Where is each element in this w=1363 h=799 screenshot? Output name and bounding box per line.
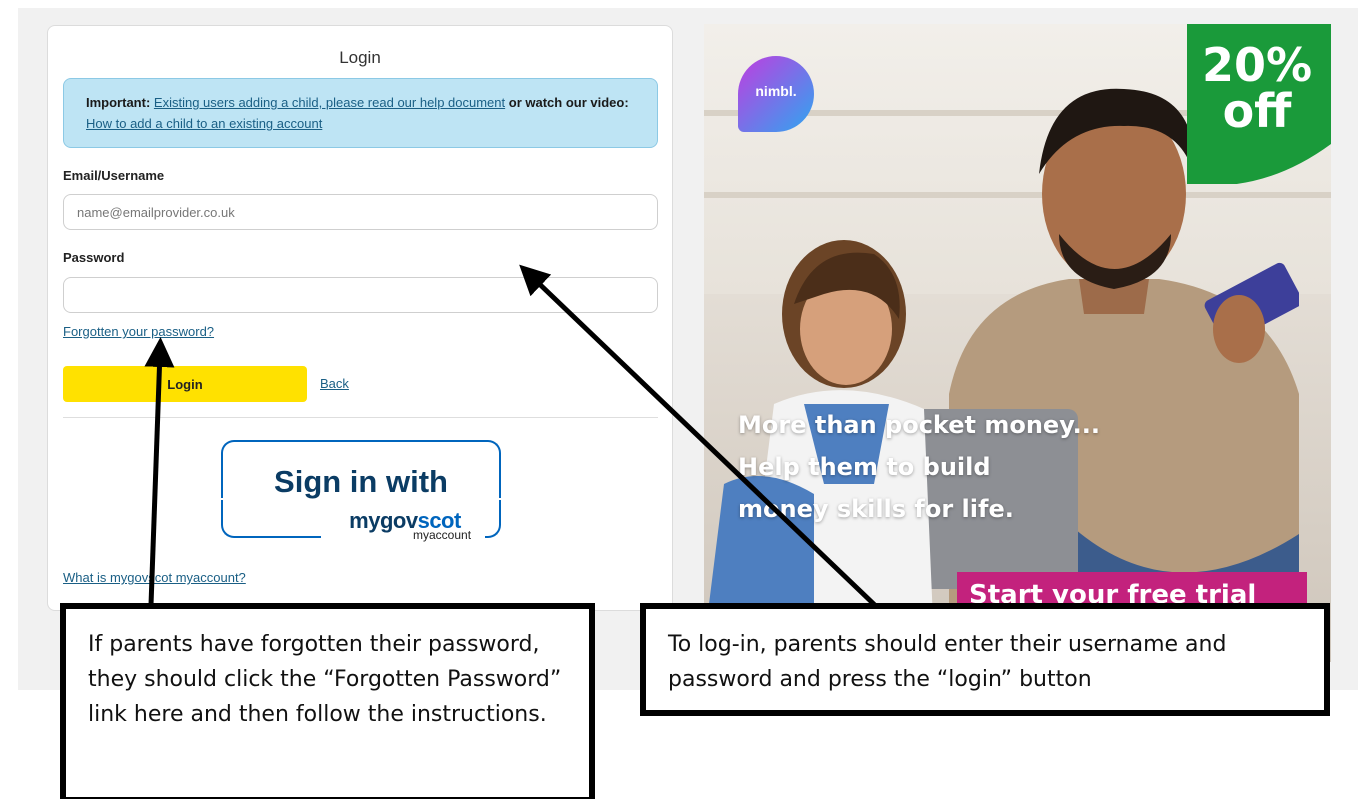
discount-percent: 20% [1201, 38, 1313, 92]
discount-off: off [1222, 84, 1292, 138]
mygovscot-brand-my: mygov [349, 508, 418, 533]
forgotten-password-link[interactable]: Forgotten your password? [63, 324, 214, 339]
notice-important-label: Important: [86, 95, 151, 110]
ad-headline-line: Help them to build [738, 453, 991, 481]
password-label: Password [63, 250, 125, 265]
email-field[interactable] [63, 194, 658, 230]
login-card: Login Important: Existing users adding a… [47, 25, 673, 611]
video-link[interactable]: How to add a child to an existing accoun… [86, 116, 322, 131]
sign-in-with-mygovscot-button[interactable]: Sign in with mygovscot myaccount [221, 440, 501, 542]
notice-or-watch: or watch our [508, 95, 587, 110]
notice-video-label: video: [590, 95, 629, 110]
forgotten-password-callout: If parents have forgotten their password… [60, 603, 595, 799]
button-frame-right [485, 500, 501, 538]
ad-headline: More than pocket money... Help them to b… [738, 404, 1218, 530]
nimbl-logo: nimbl. [738, 56, 814, 132]
email-label: Email/Username [63, 168, 165, 183]
nimbl-advert[interactable]: nimbl. 20% off More than pocket money...… [704, 24, 1331, 662]
important-notice: Important: Existing users adding a child… [63, 78, 658, 148]
ad-headline-line: money skills for life. [738, 495, 1014, 523]
divider [63, 417, 658, 418]
password-field[interactable] [63, 277, 658, 313]
discount-text: 20% off [1182, 42, 1331, 134]
what-is-mygovscot-link[interactable]: What is mygovscot myaccount? [63, 570, 246, 585]
sign-in-with-text: Sign in with [274, 464, 448, 499]
myaccount-text: myaccount [411, 528, 474, 542]
login-callout: To log-in, parents should enter their us… [640, 603, 1330, 716]
help-document-link[interactable]: Existing users adding a child, please re… [154, 95, 505, 110]
login-title: Login [339, 48, 381, 67]
ad-headline-line: More than pocket money... [738, 411, 1101, 439]
button-frame-left [221, 500, 321, 538]
login-button[interactable]: Login [63, 366, 307, 402]
back-link[interactable]: Back [320, 376, 349, 391]
